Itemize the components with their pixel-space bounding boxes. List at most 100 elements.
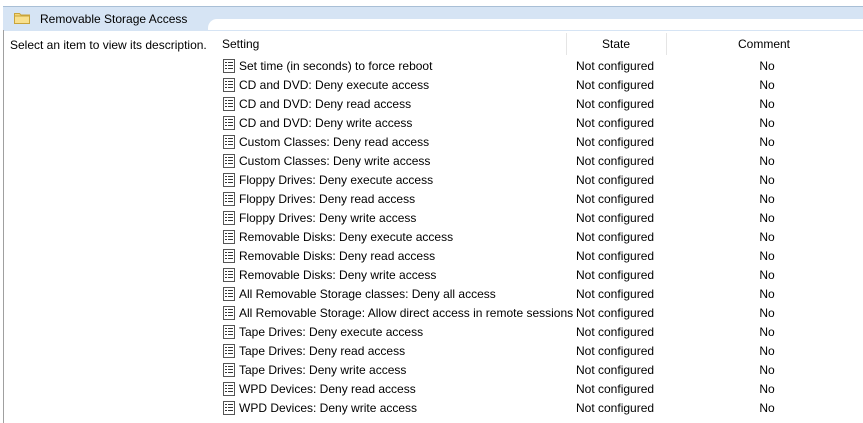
column-header-state[interactable]: State <box>566 33 666 55</box>
setting-name: Tape Drives: Deny execute access <box>239 325 424 339</box>
setting-state: Not configured <box>576 249 655 263</box>
setting-state: Not configured <box>576 382 655 396</box>
description-text: Select an item to view its description. <box>10 38 207 52</box>
setting-name: WPD Devices: Deny read access <box>239 382 416 396</box>
setting-state: Not configured <box>576 306 655 320</box>
policy-setting-icon <box>223 192 235 206</box>
setting-comment: No <box>759 325 775 339</box>
setting-comment: No <box>759 78 775 92</box>
setting-comment: No <box>759 97 775 111</box>
section-header: Removable Storage Access <box>0 0 863 31</box>
setting-comment: No <box>759 249 775 263</box>
table-row[interactable]: Custom Classes: Deny read access Not conf… <box>0 133 863 152</box>
setting-comment: No <box>759 192 775 206</box>
setting-name: All Removable Storage classes: Deny all … <box>239 287 496 301</box>
policy-setting-icon <box>223 59 235 73</box>
table-row[interactable]: WPD Devices: Deny read access Not configu… <box>0 380 863 399</box>
setting-comment: No <box>759 306 775 320</box>
setting-state: Not configured <box>576 97 655 111</box>
setting-comment: No <box>759 287 775 301</box>
setting-comment: No <box>759 268 775 282</box>
setting-name: Removable Disks: Deny write access <box>239 268 437 282</box>
setting-state: Not configured <box>576 173 655 187</box>
table-row[interactable]: CD and DVD: Deny read access Not configur… <box>0 95 863 114</box>
policy-setting-icon <box>223 249 235 263</box>
setting-name: Floppy Drives: Deny read access <box>239 192 416 206</box>
policy-setting-icon <box>223 325 235 339</box>
table-row[interactable]: Tape Drives: Deny execute access Not conf… <box>0 323 863 342</box>
setting-comment: No <box>759 363 775 377</box>
policy-setting-icon <box>223 230 235 244</box>
folder-icon <box>14 13 30 24</box>
setting-name: WPD Devices: Deny write access <box>239 401 418 415</box>
policy-setting-icon <box>223 173 235 187</box>
setting-name: CD and DVD: Deny execute access <box>239 78 430 92</box>
table-row[interactable]: Tape Drives: Deny write access Not config… <box>0 361 863 380</box>
setting-state: Not configured <box>576 325 655 339</box>
table-row[interactable]: CD and DVD: Deny write access Not configu… <box>0 114 863 133</box>
table-row[interactable]: All Removable Storage classes: Deny all … <box>0 285 863 304</box>
setting-comment: No <box>759 344 775 358</box>
table-row[interactable]: All Removable Storage: Allow direct acce… <box>0 304 863 323</box>
setting-state: Not configured <box>576 116 655 130</box>
table-row[interactable]: WPD Devices: Deny write access Not config… <box>0 399 863 418</box>
table-row[interactable]: Floppy Drives: Deny execute access Not co… <box>0 171 863 190</box>
policy-setting-icon <box>223 211 235 225</box>
table-row[interactable]: Tape Drives: Deny read access Not configu… <box>0 342 863 361</box>
setting-name: Set time (in seconds) to force reboot <box>239 59 433 73</box>
setting-name: Floppy Drives: Deny execute access <box>239 173 434 187</box>
setting-name: All Removable Storage: Allow direct acce… <box>239 306 574 320</box>
table-row[interactable]: CD and DVD: Deny execute access Not confi… <box>0 76 863 95</box>
setting-comment: No <box>759 116 775 130</box>
table-row[interactable]: Set time (in seconds) to force reboot Not… <box>0 57 863 76</box>
column-header-setting[interactable]: Setting <box>222 33 259 55</box>
setting-state: Not configured <box>576 78 655 92</box>
setting-name: Custom Classes: Deny read access <box>239 135 430 149</box>
setting-comment: No <box>759 211 775 225</box>
settings-list: Set time (in seconds) to force reboot Not… <box>0 57 863 418</box>
setting-state: Not configured <box>576 192 655 206</box>
setting-comment: No <box>759 382 775 396</box>
setting-name: CD and DVD: Deny read access <box>239 97 412 111</box>
setting-comment: No <box>759 230 775 244</box>
setting-state: Not configured <box>576 230 655 244</box>
policy-setting-icon <box>223 382 235 396</box>
setting-state: Not configured <box>576 154 655 168</box>
setting-state: Not configured <box>576 211 655 225</box>
setting-name: Tape Drives: Deny read access <box>239 344 406 358</box>
table-row[interactable]: Custom Classes: Deny write access Not con… <box>0 152 863 171</box>
policy-setting-icon <box>223 306 235 320</box>
policy-setting-icon <box>223 97 235 111</box>
setting-state: Not configured <box>576 59 655 73</box>
setting-state: Not configured <box>576 363 655 377</box>
table-row[interactable]: Floppy Drives: Deny read access Not confi… <box>0 190 863 209</box>
table-row[interactable]: Floppy Drives: Deny write access Not conf… <box>0 209 863 228</box>
table-row[interactable]: Removable Disks: Deny write access Not co… <box>0 266 863 285</box>
policy-setting-icon <box>223 344 235 358</box>
setting-comment: No <box>759 401 775 415</box>
setting-name: Removable Disks: Deny execute access <box>239 230 454 244</box>
setting-comment: No <box>759 173 775 187</box>
setting-state: Not configured <box>576 401 655 415</box>
policy-setting-icon <box>223 401 235 415</box>
table-row[interactable]: Removable Disks: Deny execute access Not … <box>0 228 863 247</box>
setting-state: Not configured <box>576 268 655 282</box>
setting-comment: No <box>759 154 775 168</box>
policy-setting-icon <box>223 116 235 130</box>
policy-setting-icon <box>223 268 235 282</box>
policy-setting-icon <box>223 135 235 149</box>
setting-name: Custom Classes: Deny write access <box>239 154 431 168</box>
setting-comment: No <box>759 135 775 149</box>
table-row[interactable]: Removable Disks: Deny read access Not con… <box>0 247 863 266</box>
setting-name: Removable Disks: Deny read access <box>239 249 436 263</box>
setting-state: Not configured <box>576 287 655 301</box>
page-title: Removable Storage Access <box>40 12 188 26</box>
setting-state: Not configured <box>576 135 655 149</box>
policy-setting-icon <box>223 78 235 92</box>
policy-setting-icon <box>223 154 235 168</box>
column-header-comment[interactable]: Comment <box>666 33 862 55</box>
setting-comment: No <box>759 59 775 73</box>
setting-name: CD and DVD: Deny write access <box>239 116 413 130</box>
setting-name: Floppy Drives: Deny write access <box>239 211 417 225</box>
policy-setting-icon <box>223 287 235 301</box>
